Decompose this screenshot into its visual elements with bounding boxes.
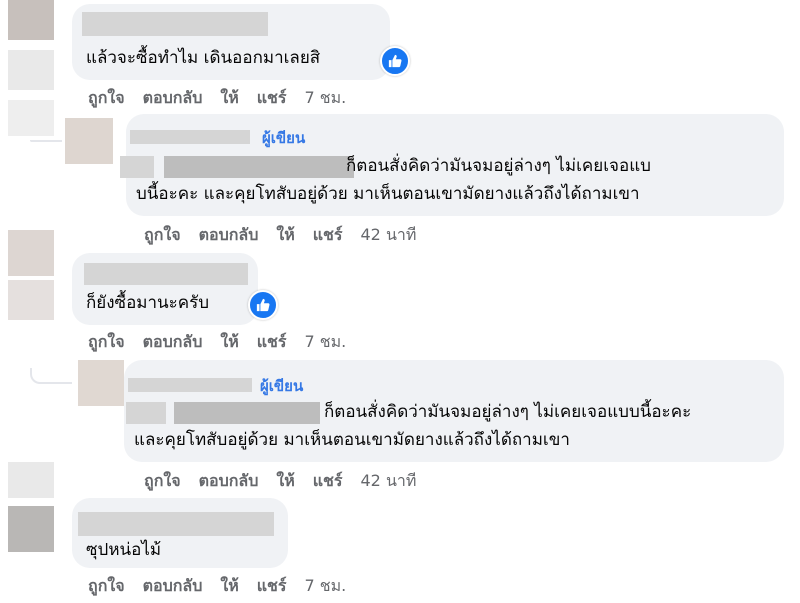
reaction-badge[interactable] [380, 46, 410, 76]
comment-text: ก็ตอนสั่งคิดว่ามันจมอยู่ล่างๆ ไม่เคยเจอแ… [346, 156, 651, 176]
like-button[interactable]: ถูกใจ [144, 223, 181, 248]
like-button[interactable]: ถูกใจ [88, 86, 125, 111]
share-button[interactable]: แชร์ [257, 574, 287, 599]
thread-connector [30, 368, 72, 384]
reply-button[interactable]: ตอบกลับ [143, 86, 203, 111]
mention-blurred[interactable] [164, 156, 354, 178]
comment-text: ซุปหน่อไม้ [86, 540, 162, 560]
comment-text: ก็ตอนสั่งคิดว่ามันจมอยู่ล่างๆ ไม่เคยเจอแ… [324, 402, 692, 422]
comment-bubble: ซุปหน่อไม้ [72, 498, 288, 568]
reply-button[interactable]: ตอบกลับ [143, 574, 203, 599]
mention-blurred[interactable] [174, 402, 320, 424]
give-button[interactable]: ให้ [220, 574, 238, 599]
comment-text: ก็ยังซื้อมานะครับ [86, 293, 210, 313]
thread-connector [30, 140, 62, 142]
thumbs-up-icon [256, 298, 270, 312]
comment-text: แล้วจะซื้อทำไม เดินออกมาเลยสิ [86, 48, 321, 68]
reply-button[interactable]: ตอบกลับ [143, 330, 203, 355]
comment-bubble: ผู้เขียน ก็ตอนสั่งคิดว่ามันจมอยู่ล่างๆ ไ… [124, 360, 784, 462]
comment-actions: ถูกใจ ตอบกลับ ให้ แชร์ 42 นาที [144, 223, 434, 248]
reply-button[interactable]: ตอบกลับ [199, 469, 259, 494]
avatar[interactable] [65, 118, 113, 164]
timestamp[interactable]: 7 ชม. [305, 86, 347, 111]
comment-actions: ถูกใจ ตอบกลับ ให้ แชร์ 7 ชม. [88, 330, 364, 355]
like-button[interactable]: ถูกใจ [88, 574, 125, 599]
timestamp[interactable]: 42 นาที [361, 223, 417, 248]
avatar-placeholder [8, 280, 54, 320]
reaction-badge[interactable] [248, 290, 278, 320]
avatar-placeholder [8, 50, 54, 90]
mention-blurred[interactable] [120, 156, 154, 178]
avatar[interactable] [8, 230, 54, 276]
share-button[interactable]: แชร์ [257, 86, 287, 111]
avatar[interactable] [8, 506, 54, 552]
author-name-blurred[interactable] [78, 512, 274, 536]
avatar[interactable] [78, 360, 124, 406]
avatar[interactable] [8, 0, 54, 40]
share-button[interactable]: แชร์ [257, 330, 287, 355]
share-button[interactable]: แชร์ [313, 223, 343, 248]
comment-text: บนี้อะคะ และคุยโทสับอยู่ด้วย มาเห็นตอนเข… [136, 184, 640, 204]
comment-bubble: แล้วจะซื้อทำไม เดินออกมาเลยสิ [72, 4, 390, 80]
timestamp[interactable]: 7 ชม. [305, 574, 347, 599]
author-badge: ผู้เขียน [260, 377, 304, 395]
comment-bubble: ก็ยังซื้อมานะครับ [72, 253, 258, 325]
comment-bubble: ผู้เขียน ก็ตอนสั่งคิดว่ามันจมอยู่ล่างๆ ไ… [120, 114, 784, 216]
timestamp[interactable]: 42 นาที [361, 469, 417, 494]
author-name-blurred[interactable] [130, 130, 250, 144]
reply-button[interactable]: ตอบกลับ [199, 223, 259, 248]
thumbs-up-icon [388, 54, 402, 68]
like-button[interactable]: ถูกใจ [144, 469, 181, 494]
comment-text: และคุยโทสับอยู่ด้วย มาเห็นตอนเขามัดยางแล… [134, 430, 570, 450]
avatar-placeholder [8, 462, 54, 498]
timestamp[interactable]: 7 ชม. [305, 330, 347, 355]
share-button[interactable]: แชร์ [313, 469, 343, 494]
mention-blurred[interactable] [126, 402, 166, 424]
comment-actions: ถูกใจ ตอบกลับ ให้ แชร์ 7 ชม. [88, 86, 364, 111]
avatar-placeholder [8, 100, 54, 136]
give-button[interactable]: ให้ [220, 330, 238, 355]
comment-actions: ถูกใจ ตอบกลับ ให้ แชร์ 42 นาที [144, 469, 434, 494]
like-button[interactable]: ถูกใจ [88, 330, 125, 355]
author-name-blurred[interactable] [82, 12, 268, 36]
give-button[interactable]: ให้ [276, 223, 294, 248]
give-button[interactable]: ให้ [276, 469, 294, 494]
author-name-blurred[interactable] [84, 263, 248, 285]
author-name-blurred[interactable] [128, 378, 252, 392]
give-button[interactable]: ให้ [220, 86, 238, 111]
author-badge: ผู้เขียน [262, 129, 306, 147]
comment-actions: ถูกใจ ตอบกลับ ให้ แชร์ 7 ชม. [88, 574, 364, 599]
